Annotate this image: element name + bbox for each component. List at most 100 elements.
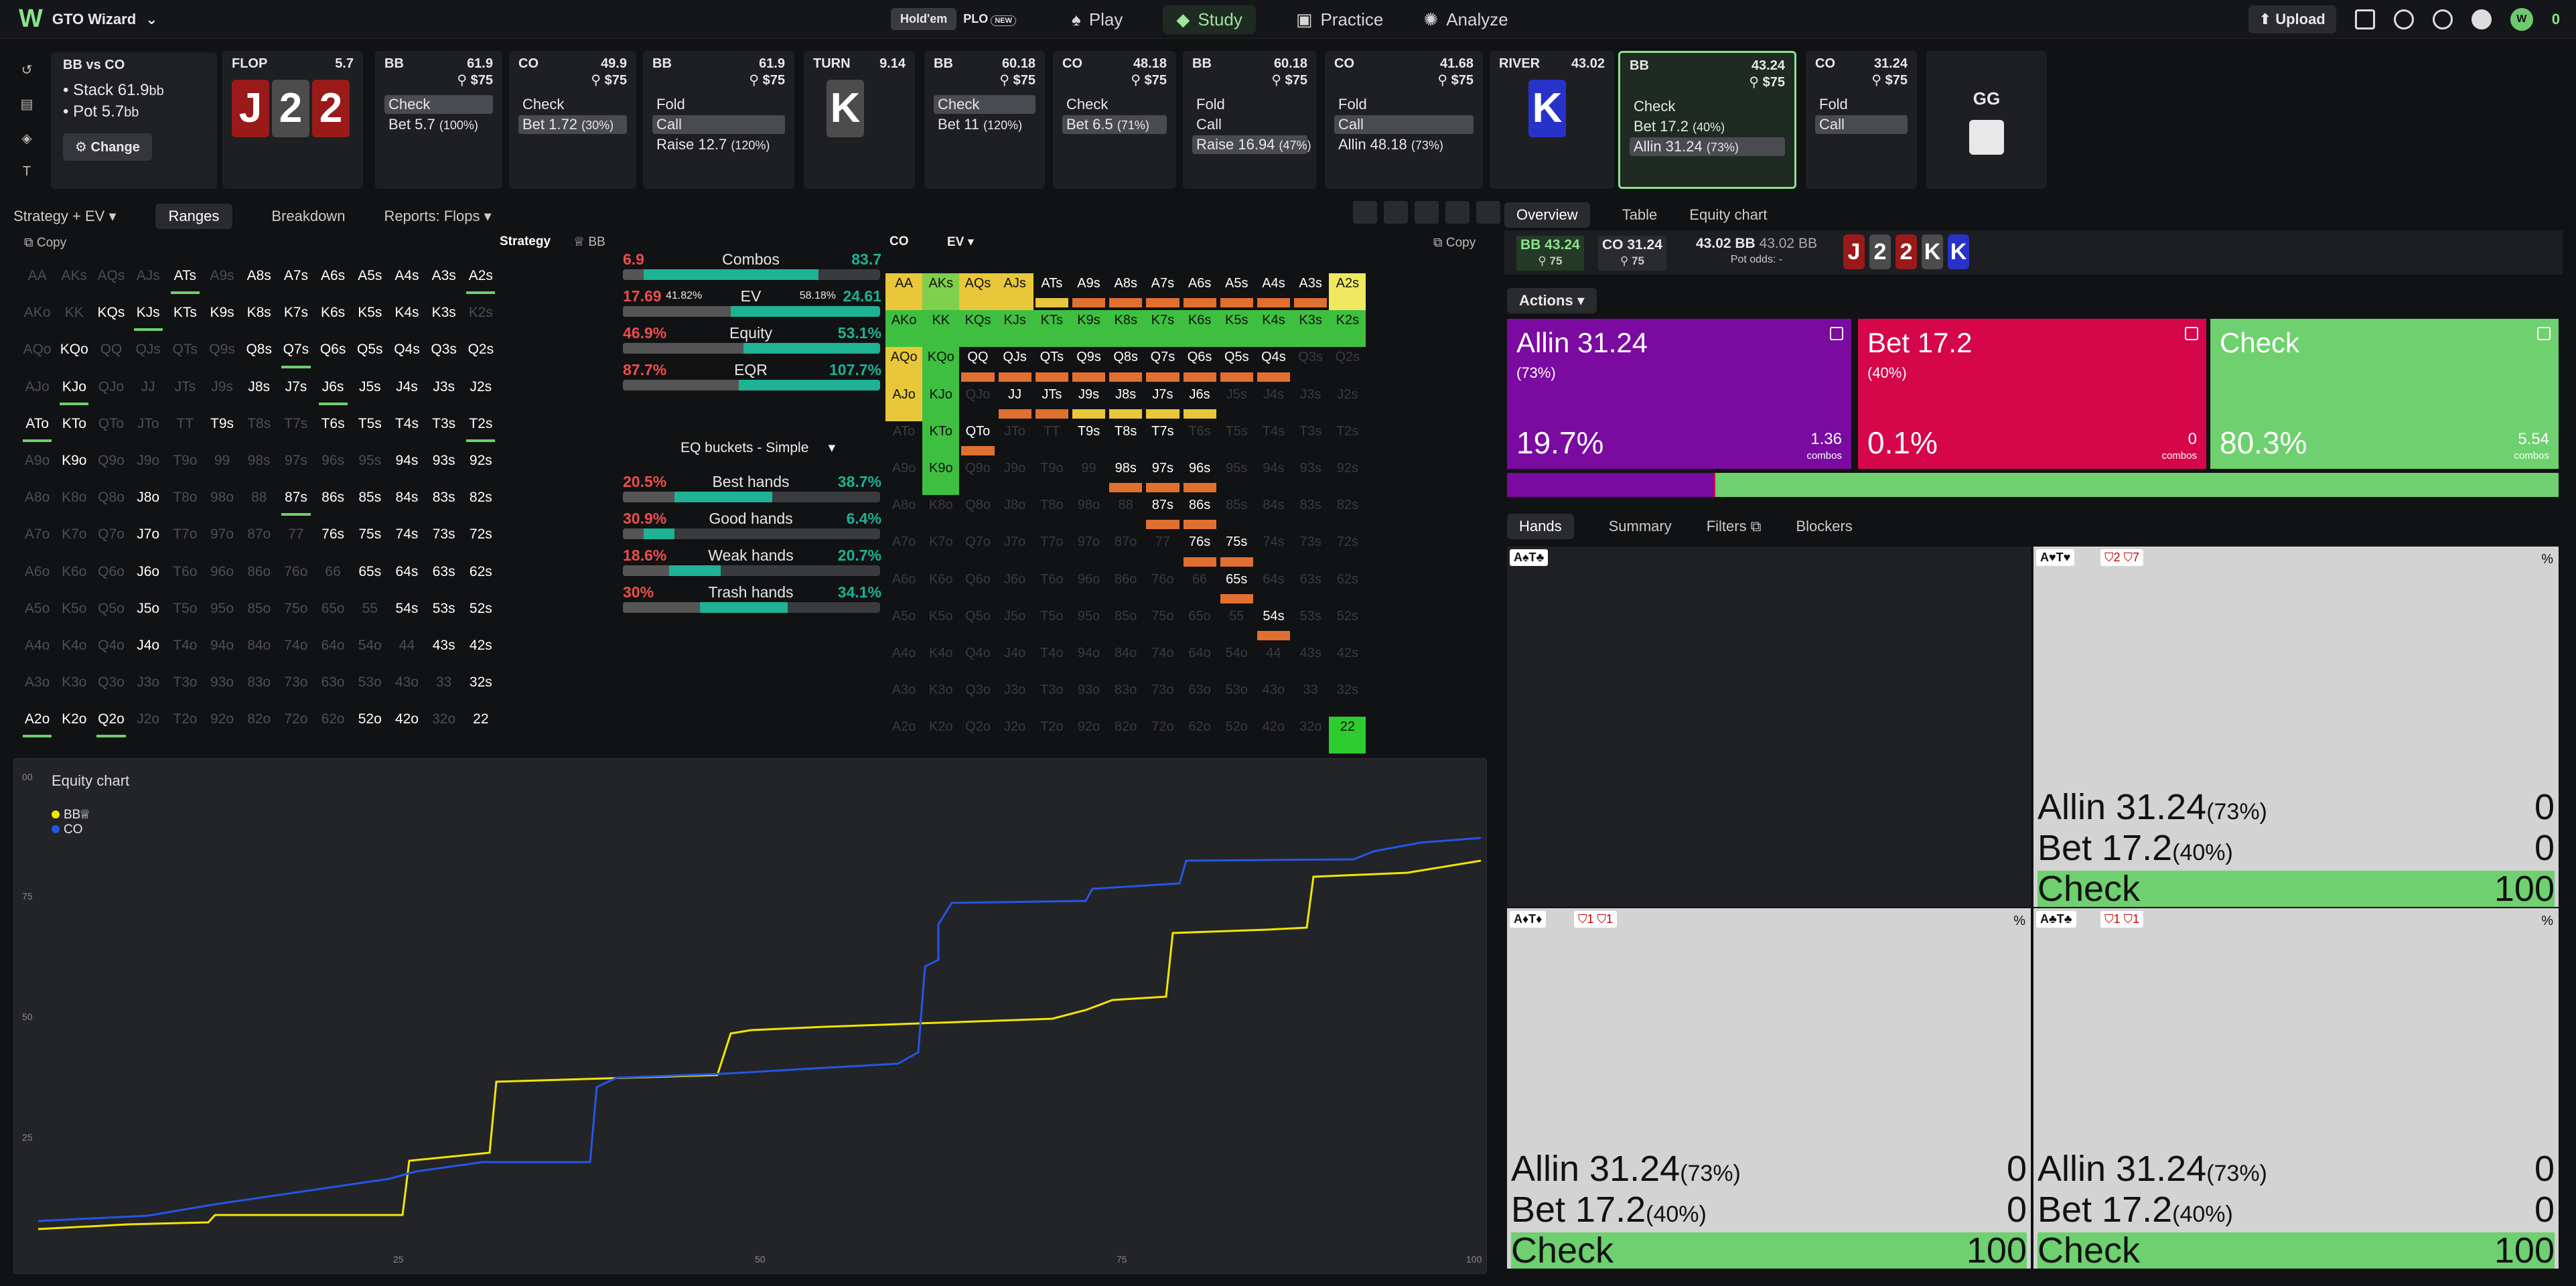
ev-hand-cell[interactable]: 92o	[1070, 717, 1107, 754]
hand-cell[interactable]: 86o	[240, 555, 277, 591]
ev-hand-cell[interactable]: AKs	[922, 273, 960, 311]
ev-hand-cell[interactable]: J8s	[1107, 384, 1144, 421]
hand-cell[interactable]: J8o	[130, 480, 167, 517]
ev-hand-cell[interactable]: A5s	[1218, 273, 1255, 310]
hand-cell[interactable]: J9s	[204, 370, 240, 407]
change-button[interactable]: ⚙ Change	[63, 133, 152, 161]
ev-hand-cell[interactable]: K6o	[922, 569, 959, 606]
ev-hand-cell[interactable]: A7o	[885, 532, 922, 569]
ev-hand-cell[interactable]: K9s	[1070, 310, 1108, 348]
hand-cell[interactable]: 65o	[315, 591, 352, 628]
save-icon[interactable]: ▤	[21, 96, 33, 113]
node-option[interactable]: Call	[652, 115, 785, 134]
ev-hand-cell[interactable]: A7s	[1144, 273, 1181, 310]
tab-strategy-ev[interactable]: Strategy + EV ▾	[13, 208, 117, 225]
ev-hand-cell[interactable]: J5o	[997, 606, 1033, 643]
ev-hand-cell[interactable]: K9o	[922, 457, 960, 496]
tab-hands[interactable]: Hands	[1507, 514, 1574, 539]
hand-cell[interactable]: KTs	[167, 295, 204, 332]
ev-hand-cell[interactable]: J9o	[997, 458, 1033, 495]
view-icon-1[interactable]	[1353, 201, 1377, 224]
hand-cell[interactable]: T7s	[277, 407, 314, 443]
ev-hand-cell[interactable]: 92s	[1329, 458, 1366, 495]
ev-hand-cell[interactable]: 72s	[1329, 532, 1366, 569]
hand-cell[interactable]: AQo	[19, 332, 56, 369]
hand-cell[interactable]: 53s	[425, 591, 462, 628]
ev-hand-cell[interactable]: 63o	[1182, 680, 1218, 717]
tab-blockers[interactable]: Blockers	[1796, 518, 1852, 535]
hand-cell[interactable]: 74s	[388, 517, 425, 554]
ev-hand-cell[interactable]: A2s	[1329, 273, 1366, 311]
ev-hand-cell[interactable]: QTs	[1033, 347, 1070, 384]
ev-hand-cell[interactable]: KQo	[922, 347, 960, 384]
hand-cell[interactable]: 64s	[388, 555, 425, 591]
ev-hand-cell[interactable]: 52o	[1218, 717, 1255, 754]
hand-cell[interactable]: 76s	[315, 517, 352, 554]
ev-hand-cell[interactable]: ATs	[1033, 273, 1070, 310]
ev-hand-cell[interactable]: 66	[1182, 569, 1218, 606]
ev-hand-cell[interactable]: J6o	[997, 569, 1033, 606]
ev-hand-cell[interactable]: 65s	[1218, 569, 1255, 606]
ev-hand-cell[interactable]: 75o	[1144, 606, 1181, 643]
hand-cell[interactable]: T7o	[167, 517, 204, 554]
gear-icon[interactable]	[2432, 9, 2453, 29]
ev-hand-cell[interactable]: A3o	[885, 680, 922, 717]
ev-hand-cell[interactable]: J4s	[1255, 384, 1292, 421]
hand-cell[interactable]: 97o	[204, 517, 240, 554]
tab-overview[interactable]: Overview	[1504, 202, 1590, 228]
node-option[interactable]: Fold	[1192, 95, 1307, 114]
ev-hand-cell[interactable]: Q4o	[959, 643, 996, 680]
hand-cell[interactable]: 65s	[352, 555, 388, 591]
hand-cell[interactable]: K7s	[277, 295, 314, 332]
node-option[interactable]: Check	[934, 95, 1035, 114]
ev-hand-cell[interactable]: KTs	[1033, 310, 1070, 348]
ev-hand-cell[interactable]: 94s	[1255, 458, 1292, 495]
hand-cell[interactable]: AJo	[19, 370, 56, 407]
action-node-3[interactable]: BB 61.9 ⚲ $75 Fold Call Raise 12.7 (120%)	[643, 51, 794, 189]
hand-card[interactable]: A♥T♥ ⛉2 ⛉7% Allin 31.24(73%) 0 Bet 17.2(40%)…	[2033, 547, 2559, 907]
hand-cell[interactable]: T6o	[167, 555, 204, 591]
action-box-check[interactable]: Check 80.3% 5.54 combos	[2210, 319, 2559, 469]
hand-cell[interactable]: 94s	[388, 443, 425, 480]
ev-hand-cell[interactable]: K5s	[1218, 310, 1255, 348]
hand-cell[interactable]: 98o	[204, 480, 240, 517]
ev-hand-cell[interactable]: 64o	[1182, 643, 1218, 680]
hand-cell[interactable]: K5s	[352, 295, 388, 332]
ev-hand-cell[interactable]: K7s	[1144, 310, 1182, 348]
hand-cell[interactable]: 42o	[388, 702, 425, 739]
ev-hand-cell[interactable]: ATo	[885, 421, 922, 458]
ev-hand-cell[interactable]: 53s	[1292, 606, 1329, 643]
hand-cell[interactable]: J6o	[130, 555, 167, 591]
ev-select[interactable]: EV ▾	[947, 234, 974, 250]
ev-hand-cell[interactable]: Q6s	[1182, 347, 1218, 384]
hand-cell[interactable]: K4o	[56, 628, 92, 665]
hand-cell[interactable]: 73s	[425, 517, 462, 554]
ev-hand-cell[interactable]: A6o	[885, 569, 922, 606]
ev-hand-cell[interactable]: Q7s	[1144, 347, 1181, 384]
ev-hand-cell[interactable]: 98o	[1070, 495, 1107, 532]
ev-hand-cell[interactable]: Q3o	[959, 680, 996, 717]
action-node-5[interactable]: CO 48.18 ⚲ $75 Check Bet 6.5 (71%)	[1053, 51, 1176, 189]
expand-icon[interactable]	[2185, 327, 2198, 340]
ev-hand-cell[interactable]: JTo	[997, 421, 1033, 458]
ev-hand-cell[interactable]: K3o	[922, 680, 959, 717]
hand-cell[interactable]: T4o	[167, 628, 204, 665]
hand-cell[interactable]: 86s	[315, 480, 352, 517]
game-toggle[interactable]: Hold'em PLO NEW	[891, 8, 1016, 30]
nav-analyze[interactable]: ✺ Analyze	[1423, 9, 1508, 30]
profile-icon[interactable]	[2471, 9, 2492, 29]
ev-hand-cell[interactable]: 63s	[1292, 569, 1329, 606]
hand-cell[interactable]: KK	[56, 295, 92, 332]
hand-cell[interactable]: K3o	[56, 665, 92, 702]
hand-cell[interactable]: 52s	[462, 591, 499, 628]
ev-hand-cell[interactable]: K6s	[1181, 310, 1218, 348]
ev-hand-cell[interactable]: J2o	[997, 717, 1033, 754]
ev-hand-cell[interactable]: J3s	[1292, 384, 1329, 421]
hand-cell[interactable]: 54s	[388, 591, 425, 628]
nav-practice[interactable]: ▣ Practice	[1296, 9, 1384, 30]
ev-hand-cell[interactable]: T3s	[1292, 421, 1329, 458]
ev-hand-cell[interactable]: A4o	[885, 643, 922, 680]
copy-left-button[interactable]: ⧉ Copy	[24, 236, 66, 251]
hand-cell[interactable]: A8o	[19, 480, 56, 517]
turn-street[interactable]: TURN 9.14 K	[804, 51, 915, 189]
